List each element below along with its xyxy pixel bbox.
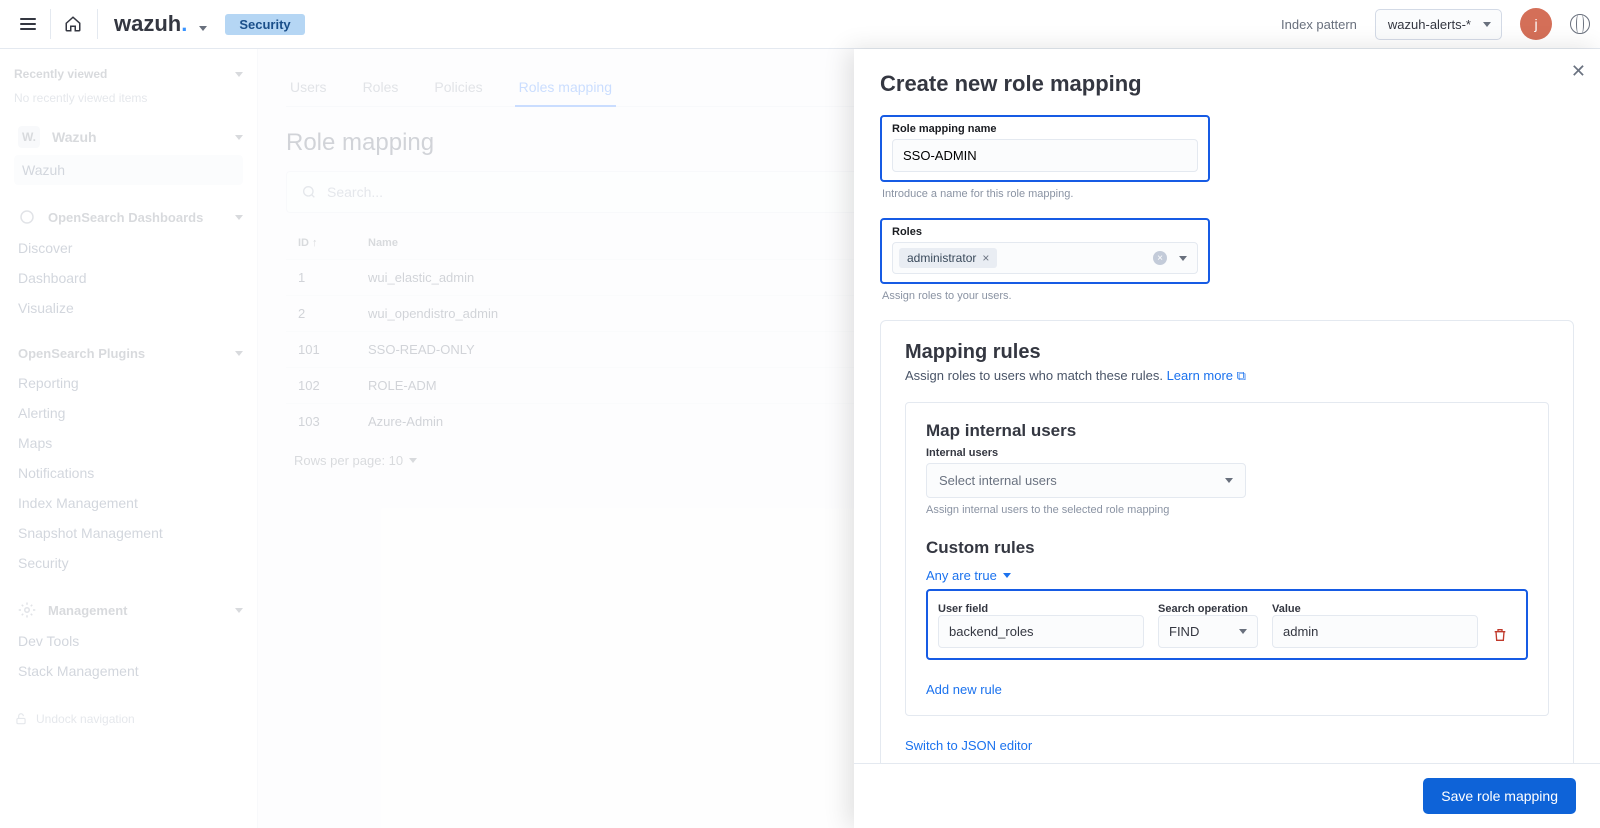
- roles-group: Roles administrator × ×: [880, 218, 1210, 284]
- home-icon[interactable]: [55, 6, 91, 42]
- sidebar-item[interactable]: Stack Management: [14, 656, 243, 686]
- value-label: Value: [1272, 603, 1478, 615]
- sidebar-item[interactable]: Alerting: [14, 398, 243, 428]
- rule-row: User field backend_roles Search operatio…: [926, 589, 1528, 660]
- role-chip[interactable]: administrator ×: [899, 248, 997, 268]
- search-op-select[interactable]: FIND: [1158, 615, 1258, 648]
- sidebar-item[interactable]: Visualize: [14, 293, 243, 323]
- mapping-rules-card: Mapping rules Assign roles to users who …: [880, 320, 1574, 763]
- user-field-input[interactable]: backend_roles: [938, 615, 1144, 648]
- name-help: Introduce a name for this role mapping.: [882, 188, 1572, 200]
- sidebar-item[interactable]: Notifications: [14, 458, 243, 488]
- app-header: wazuh. Security Index pattern wazuh-aler…: [0, 0, 1600, 49]
- undock-nav[interactable]: Undock navigation: [14, 712, 243, 726]
- sidebar-item[interactable]: Discover: [14, 233, 243, 263]
- learn-more-link[interactable]: Learn more ⧉: [1167, 368, 1246, 383]
- switch-json-link[interactable]: Switch to JSON editor: [905, 738, 1032, 753]
- map-internal-title: Map internal users: [926, 421, 1528, 441]
- sidebar-item[interactable]: Reporting: [14, 368, 243, 398]
- search-icon: [301, 184, 317, 200]
- chevron-down-icon[interactable]: [1179, 256, 1187, 261]
- name-label: Role mapping name: [892, 123, 1198, 135]
- mapping-rules-sub: Assign roles to users who match these ru…: [905, 368, 1549, 384]
- sidebar-recent-empty: No recently viewed items: [14, 87, 243, 119]
- sidebar-recent-header[interactable]: Recently viewed: [14, 61, 243, 87]
- sidebar-item[interactable]: Maps: [14, 428, 243, 458]
- index-pattern-select[interactable]: wazuh-alerts-*: [1375, 9, 1502, 40]
- roles-label: Roles: [892, 226, 1198, 238]
- internal-users-select[interactable]: Select internal users: [926, 463, 1246, 498]
- remove-role-icon[interactable]: ×: [982, 251, 989, 265]
- sidebar-item[interactable]: Dev Tools: [14, 626, 243, 656]
- value-input[interactable]: admin: [1272, 615, 1478, 648]
- sidebar-item[interactable]: Dashboard: [14, 263, 243, 293]
- context-pill[interactable]: Security: [225, 14, 304, 35]
- map-internal-users-box: Map internal users Internal users Select…: [905, 402, 1549, 716]
- tab-users[interactable]: Users: [286, 69, 331, 106]
- sidebar-wazuh-app[interactable]: W. Wazuh: [14, 119, 243, 155]
- flyout-title: Create new role mapping: [880, 71, 1574, 97]
- sidebar-item[interactable]: Snapshot Management: [14, 518, 243, 548]
- roles-help: Assign roles to your users.: [882, 290, 1572, 302]
- delete-rule-icon[interactable]: [1492, 627, 1516, 648]
- role-mapping-name-group: Role mapping name: [880, 115, 1210, 182]
- flyout-footer: Save role mapping: [854, 763, 1600, 828]
- mapping-rules-title: Mapping rules: [905, 341, 1549, 364]
- sidebar-plugins-header[interactable]: OpenSearch Plugins: [14, 339, 243, 368]
- sidebar-item[interactable]: Security: [14, 548, 243, 578]
- any-true-toggle[interactable]: Any are true: [926, 568, 1528, 583]
- col-id[interactable]: ID ↑: [286, 227, 356, 260]
- tab-roles[interactable]: Roles: [359, 69, 403, 106]
- close-icon[interactable]: ✕: [1565, 55, 1592, 88]
- brand-logo[interactable]: wazuh.: [114, 11, 207, 37]
- chevron-down-icon: [1225, 478, 1233, 483]
- index-pattern-label: Index pattern: [1281, 17, 1357, 32]
- chevron-down-icon[interactable]: [199, 11, 207, 37]
- tab-roles-mapping[interactable]: Roles mapping: [515, 69, 616, 107]
- custom-rules-title: Custom rules: [926, 538, 1528, 558]
- create-role-mapping-flyout: ✕ Create new role mapping Role mapping n…: [854, 49, 1600, 828]
- clear-roles-icon[interactable]: ×: [1153, 251, 1167, 265]
- sidebar: Recently viewed No recently viewed items…: [0, 49, 258, 828]
- search-op-label: Search operation: [1158, 603, 1258, 615]
- sidebar-item[interactable]: Wazuh: [14, 155, 243, 185]
- internal-users-label: Internal users: [926, 447, 1528, 459]
- menu-toggle[interactable]: [10, 6, 46, 42]
- sidebar-item[interactable]: Index Management: [14, 488, 243, 518]
- role-mapping-name-input[interactable]: [892, 139, 1198, 172]
- sidebar-osd-header[interactable]: OpenSearch Dashboards: [14, 201, 243, 233]
- globe-icon[interactable]: [1570, 14, 1590, 34]
- avatar[interactable]: j: [1520, 8, 1552, 40]
- save-role-mapping-button[interactable]: Save role mapping: [1423, 778, 1576, 814]
- internal-users-help: Assign internal users to the selected ro…: [926, 504, 1528, 516]
- sidebar-mgmt-header[interactable]: Management: [14, 594, 243, 626]
- add-rule-link[interactable]: Add new rule: [926, 682, 1528, 697]
- tab-policies[interactable]: Policies: [430, 69, 486, 106]
- roles-combobox[interactable]: administrator × ×: [892, 242, 1198, 274]
- user-field-label: User field: [938, 603, 1144, 615]
